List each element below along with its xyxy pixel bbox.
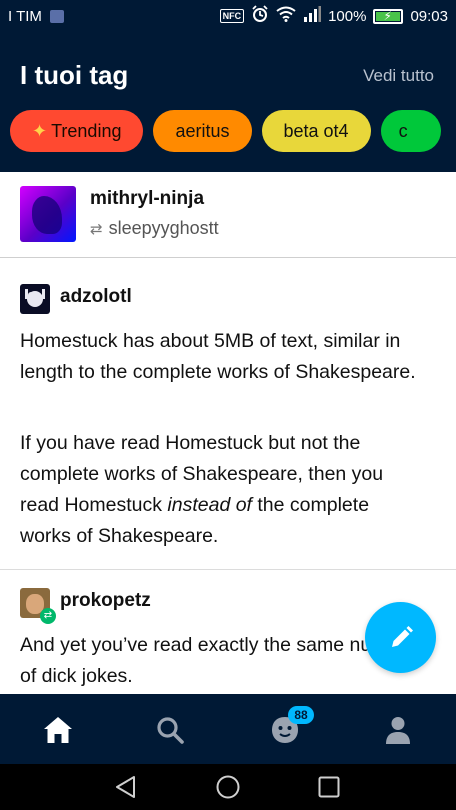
- post-paragraph: Homestuck has about 5MB of text, similar…: [20, 330, 416, 383]
- reblog-badge-icon: ⇄: [40, 608, 56, 624]
- bottom-nav: 88: [0, 694, 456, 764]
- reblog-blog-name[interactable]: prokopetz: [60, 590, 151, 612]
- wifi-icon: [276, 6, 296, 26]
- compose-button[interactable]: [365, 602, 436, 673]
- system-home-button[interactable]: [215, 774, 241, 800]
- nfc-icon: NFC: [219, 9, 245, 23]
- tag-label: Trending: [51, 120, 122, 141]
- post-header: mithryl-ninja ⇄ sleepyyghostt: [0, 172, 456, 258]
- tag-trending[interactable]: ✦ Trending: [10, 110, 144, 152]
- page-title: I tuoi tag: [20, 60, 129, 90]
- home-circle-icon: [216, 775, 240, 799]
- avatar[interactable]: [20, 284, 50, 314]
- reblogged-from-name: sleepyyghostt: [108, 218, 219, 238]
- nav-account[interactable]: [378, 710, 418, 750]
- reblogged-from[interactable]: ⇄ sleepyyghostt: [90, 218, 219, 239]
- recents-button[interactable]: [316, 774, 342, 800]
- post-paragraph: If you have read Homestuck but not the c…: [20, 432, 384, 547]
- carrier-label: I TIM: [8, 7, 42, 25]
- emphasis-text: instead of: [167, 494, 252, 516]
- notification-icon: [49, 9, 64, 23]
- tag-label: beta ot4: [283, 120, 349, 141]
- nav-home[interactable]: [38, 710, 78, 750]
- reblog-blog-name[interactable]: adzolotl: [60, 286, 132, 308]
- tag-label: aeritus: [175, 120, 230, 141]
- avatar[interactable]: [20, 186, 76, 242]
- reblog-entry: adzolotl Homestuck has about 5MB of text…: [0, 258, 456, 570]
- tag-label: c: [398, 120, 408, 141]
- search-icon: [157, 717, 184, 744]
- battery-percent: 100%: [328, 7, 367, 25]
- tag-aeritus[interactable]: aeritus: [153, 110, 252, 152]
- back-triangle-icon: [116, 776, 135, 798]
- home-icon: [44, 717, 72, 743]
- post-author[interactable]: mithryl-ninja: [90, 188, 204, 210]
- pencil-icon: [391, 625, 413, 647]
- battery-icon: ⚡: [373, 8, 404, 24]
- tag-beta-ot4[interactable]: beta ot4: [261, 110, 371, 152]
- post-paragraph: And yet you’ve read exactly the same num…: [20, 634, 416, 687]
- tag-partial[interactable]: c: [380, 110, 441, 152]
- see-all-link[interactable]: Vedi tutto: [363, 66, 434, 86]
- back-button[interactable]: [113, 774, 139, 800]
- tags-header: I tuoi tag Vedi tutto ✦ Trending aeritus…: [0, 32, 456, 172]
- clock: 09:03: [410, 7, 448, 25]
- sparkle-icon: ✦: [32, 120, 48, 141]
- recents-square-icon: [318, 776, 340, 798]
- signal-icon: [303, 6, 322, 26]
- status-bar: I TIM NFC 100% ⚡ 09:03: [0, 0, 456, 32]
- system-nav-bar: [0, 764, 456, 810]
- reblog-icon: ⇄: [90, 220, 103, 238]
- nav-search[interactable]: [150, 710, 190, 750]
- tag-carousel[interactable]: ✦ Trending aeritus beta ot4 c: [10, 110, 441, 152]
- account-icon: [386, 717, 410, 744]
- alarm-icon: [251, 5, 269, 27]
- activity-badge: 88: [288, 706, 314, 724]
